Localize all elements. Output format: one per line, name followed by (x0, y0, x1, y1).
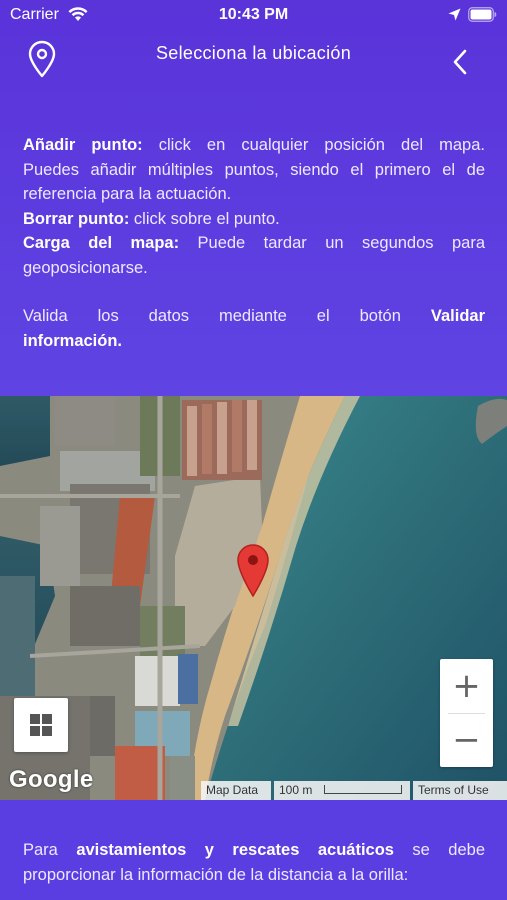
map-data-link[interactable]: Map Data (201, 781, 271, 800)
terms-of-use-link[interactable]: Terms of Use (413, 781, 507, 800)
scale-label: 100 m (279, 783, 313, 797)
footer-line-2: proporcionar la información de la distan… (23, 865, 409, 884)
map-load-label: Carga del mapa: (23, 234, 180, 252)
validate-ref-1: Validar (430, 307, 485, 325)
status-bar: Carrier 10:43 PM (0, 0, 507, 30)
zoom-in-button[interactable]: + (440, 659, 493, 713)
chevron-left-icon[interactable] (450, 48, 470, 76)
add-point-line: Añadir punto: click en cualquier posició… (23, 133, 485, 158)
add-point-text-1: click en cualquier posición del mapa. (158, 136, 485, 154)
footer-prefix: Para (23, 841, 58, 859)
validate-text: Valida los datos mediante el botón (23, 307, 401, 325)
delete-point-text: click sobre el punto. (133, 209, 280, 228)
map-load-line-2: geoposicionarse. (23, 258, 148, 277)
validate-line: Valida los datos mediante el botón Valid… (23, 304, 485, 329)
instructions-block: Añadir punto: click en cualquier posició… (23, 133, 485, 353)
footer-suffix: se debe (412, 841, 485, 859)
map-load-line: Carga del mapa: Puede tardar un segundos… (23, 231, 485, 256)
add-point-line-3: referencia para la actuación. (23, 185, 232, 203)
battery-icon (468, 7, 497, 22)
zoom-out-button[interactable]: − (440, 713, 493, 767)
google-logo: Google (9, 766, 94, 793)
delete-point-label: Borrar punto: (23, 209, 130, 228)
status-time: 10:43 PM (218, 6, 289, 23)
grid-icon (30, 714, 52, 736)
footer-line-1: Para avistamientos y rescates acuáticos … (23, 838, 485, 863)
validate-line-2: información. (23, 329, 485, 354)
map-load-text-1: Puede tardar un segundos para (197, 234, 485, 252)
footer-emphasis: avistamientos y rescates acuáticos (76, 841, 394, 859)
scale-bar (324, 785, 402, 794)
delete-point-line: Borrar punto: click sobre el punto. (23, 207, 485, 232)
map-scale: 100 m (274, 781, 410, 800)
validate-ref-2: información. (23, 331, 123, 350)
page-title: Selecciona la ubicación (155, 43, 352, 63)
map-layers-button[interactable] (14, 698, 68, 752)
location-arrow-icon (448, 8, 461, 21)
map-view[interactable] (0, 396, 507, 800)
add-point-label: Añadir punto: (23, 136, 143, 154)
zoom-controls: + − (440, 659, 493, 767)
add-point-line-2: Puedes añadir múltiples puntos, siendo e… (23, 160, 485, 179)
map-marker-icon[interactable] (235, 542, 271, 598)
footer-instructions: Para avistamientos y rescates acuáticos … (23, 838, 485, 887)
satellite-map-image (0, 396, 507, 800)
